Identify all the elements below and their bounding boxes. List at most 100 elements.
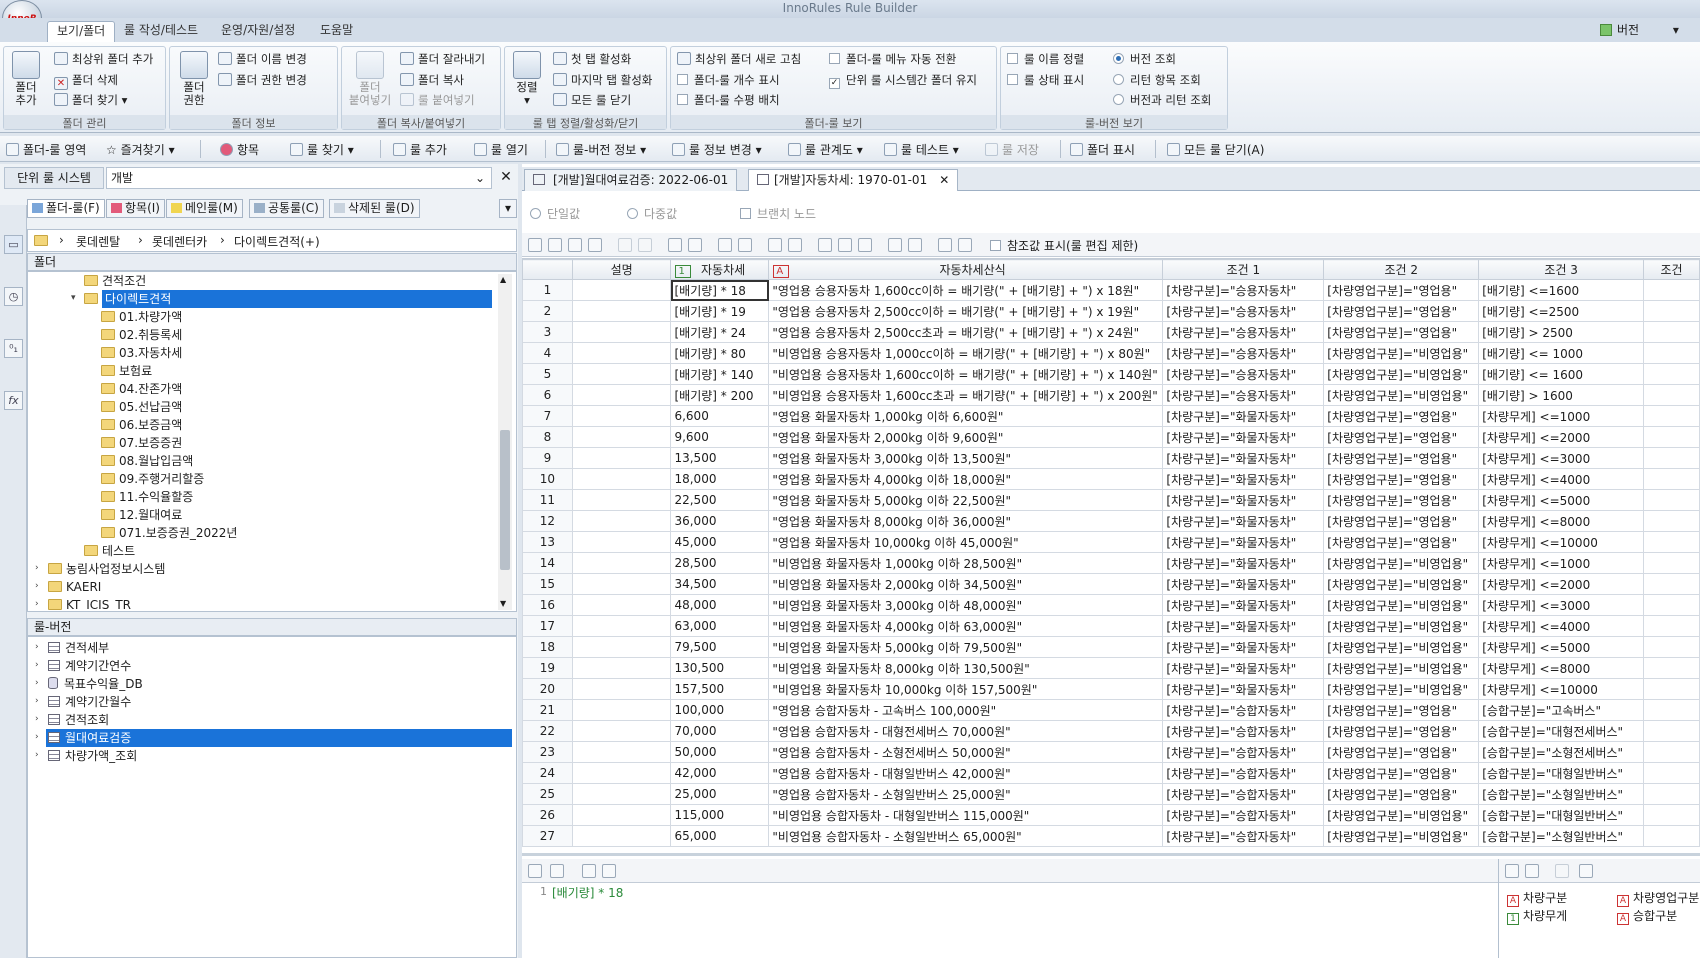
folder-tree-node[interactable]: KT_ICIS_TR [48,596,131,611]
undo-icon[interactable] [618,238,632,252]
table-cell[interactable]: [차량무게] <=10000 [1478,678,1645,700]
table-cell[interactable]: [차량구분]="화물자동차" [1162,531,1325,553]
table-cell[interactable]: [차량구분]="화물자동차" [1162,678,1325,700]
add-folder-button[interactable]: 폴더 추가 [8,51,44,107]
table-cell[interactable] [1643,279,1700,301]
table-cell[interactable]: 6,600 [670,405,770,427]
table-cell[interactable] [1643,405,1700,427]
copy-folder-button[interactable]: 폴더 복사 [400,73,464,87]
table-cell[interactable]: [배기량] <=2500 [1478,300,1645,322]
table-cell[interactable]: "비영업용 승용자동차 1,000cc이하 = 배기량(" + [배기량] + … [768,342,1164,364]
table-cell[interactable]: [차량무게] <=3000 [1478,447,1645,469]
table-cell[interactable]: [승합구분]="소형일반버스" [1478,825,1645,847]
export-icon[interactable] [1579,864,1593,878]
ribbon-tab-rule-write[interactable]: 룰 작성/테스트 [115,21,207,42]
table-cell[interactable]: [차량구분]="승합자동차" [1162,762,1325,784]
insert-row-icon[interactable] [718,238,732,252]
table-row[interactable]: 14 28,500 "비영업용 화물자동차 1,000kg 이하 28,500원"[… [522,552,1700,574]
table-cell[interactable]: "영업용 승합자동차 - 고속버스 100,000원" [768,699,1164,721]
single-value-radio[interactable]: 단일값 [530,205,580,222]
table-cell[interactable]: 13,500 [670,447,770,469]
folder-tree-node[interactable]: 09.주행거리할증 [101,470,204,488]
folder-tree-node[interactable]: 04.잔존가액 [101,380,182,398]
sort-icon[interactable] [1555,864,1569,878]
folder-tree-node[interactable]: 03.자동차세 [101,344,182,362]
table-cell[interactable]: [차량영업구분]="영업용" [1323,405,1480,427]
table-cell[interactable]: 157,500 [670,678,770,700]
table-cell[interactable]: [차량구분]="승합자동차" [1162,741,1325,763]
table-cell[interactable]: "영업용 화물자동차 2,000kg 이하 9,600원" [768,426,1164,448]
version-return-query-radio[interactable]: 버전과 리턴 조회 [1113,93,1211,107]
table-cell[interactable] [1643,741,1700,763]
table-cell[interactable] [571,552,672,574]
table-cell[interactable]: [차량무게] <=8000 [1478,510,1645,532]
table-row[interactable]: 5 [배기량] * 140 "비영업용 승용자동차 1,600cc이하 = 배기량(… [522,363,1700,385]
table-cell[interactable]: [차량구분]="화물자동차" [1162,447,1325,469]
reference-display-checkbox[interactable]: 참조값 표시(룰 편집 제한) [990,237,1138,254]
breadcrumb-item[interactable]: 다이렉트견적(+) [234,233,320,250]
table-cell[interactable] [571,426,672,448]
table-cell[interactable]: [차량영업구분]="영업용" [1323,699,1480,721]
table-cell[interactable] [1643,342,1700,364]
table-cell[interactable]: [배기량] * 24 [670,321,770,343]
delete-folder-button[interactable]: ✕ 폴더 삭제 [54,73,118,90]
folder-tree-node[interactable]: 06.보증금액 [101,416,182,434]
table-cell[interactable]: "영업용 화물자동차 5,000kg 이하 22,500원" [768,489,1164,511]
table-cell[interactable]: 18,000 [670,468,770,490]
table-cell[interactable] [1643,363,1700,385]
layout-left-icon[interactable] [888,238,902,252]
table-row[interactable]: 19 130,500 "비영업용 화물자동차 8,000kg 이하 130,500원… [522,657,1700,679]
table-cell[interactable]: [배기량] * 19 [670,300,770,322]
insert-column-icon[interactable] [768,238,782,252]
table-cell[interactable] [571,741,672,763]
table-cell[interactable]: [차량구분]="화물자동차" [1162,552,1325,574]
function-icon[interactable]: fx [4,391,23,410]
column-header[interactable]: 설명 [571,259,672,280]
version-query-radio[interactable]: 버전 조회 [1113,52,1176,66]
tab-main-rule[interactable]: 메인룰(M) [166,199,243,218]
table-cell[interactable]: "영업용 승용자동차 2,500cc이하 = 배기량(" + [배기량] + "… [768,300,1164,322]
sort-tabs-button[interactable]: 정렬 ▾ [509,51,545,107]
table-row[interactable]: 18 79,500 "비영업용 화물자동차 5,000kg 이하 79,500원"[… [522,636,1700,658]
table-cell[interactable] [571,531,672,553]
table-view-icon[interactable] [528,864,542,878]
branch-node-checkbox[interactable]: 브랜치 노드 [740,205,816,222]
table-cell[interactable]: [차량구분]="화물자동차" [1162,468,1325,490]
table-cell[interactable] [1643,783,1700,805]
table-cell[interactable] [571,657,672,679]
add-top-folder-button[interactable]: 최상위 폴더 추가 [54,52,153,66]
table-cell[interactable]: 79,500 [670,636,770,658]
table-row[interactable]: 1 [배기량] * 18 "영업용 승용자동차 1,600cc이하 = 배기량(" … [522,279,1700,301]
table-cell[interactable] [571,636,672,658]
table-cell[interactable] [571,300,672,322]
table-cell[interactable] [571,678,672,700]
table-cell[interactable] [1643,468,1700,490]
paste-icon[interactable] [568,238,582,252]
show-count-checkbox[interactable]: 폴더-룰 개수 표시 [677,73,780,87]
table-cell[interactable]: "영업용 승용자동차 1,600cc이하 = 배기량(" + [배기량] + "… [768,279,1164,301]
expand-arrow-icon[interactable]: › [35,642,39,652]
table-cell[interactable] [1643,636,1700,658]
grid-horizontal-scrollbar[interactable] [522,853,1700,856]
breadcrumb-item[interactable]: 롯데렌탈 [76,233,120,250]
table-cell[interactable]: "영업용 화물자동차 1,000kg 이하 6,600원" [768,405,1164,427]
table-cell[interactable]: [배기량] * 200 [670,384,770,406]
table-row[interactable]: 16 48,000 "비영업용 화물자동차 3,000kg 이하 48,000원"[… [522,594,1700,616]
table-cell[interactable] [571,468,672,490]
column-header[interactable]: 조건 [1643,259,1700,280]
rule-tree-node[interactable]: 차량가액_조회 [48,747,137,765]
folder-tree-node[interactable]: 11.수익율할증 [101,488,193,506]
table-cell[interactable]: [차량영업구분]="영업용" [1323,783,1480,805]
folder-tree-node[interactable]: 05.선납금액 [101,398,182,416]
table-row[interactable]: 2 [배기량] * 19 "영업용 승용자동차 2,500cc이하 = 배기량(" … [522,300,1700,322]
scroll-down-icon[interactable]: ▼ [500,599,506,608]
table-cell[interactable]: [차량구분]="승용자동차" [1162,300,1325,322]
table-cell[interactable] [1643,615,1700,637]
ribbon-tab-help[interactable]: 도움말 [311,21,362,42]
delete-row-icon[interactable] [738,238,752,252]
table-cell[interactable]: "영업용 승합자동차 - 대형전세버스 70,000원" [768,720,1164,742]
table-cell[interactable]: [차량구분]="화물자동차" [1162,636,1325,658]
table-cell[interactable]: "영업용 화물자동차 4,000kg 이하 18,000원" [768,468,1164,490]
delete-column-icon[interactable] [788,238,802,252]
table-row[interactable]: 10 18,000 "영업용 화물자동차 4,000kg 이하 18,000원" [차… [522,468,1700,490]
